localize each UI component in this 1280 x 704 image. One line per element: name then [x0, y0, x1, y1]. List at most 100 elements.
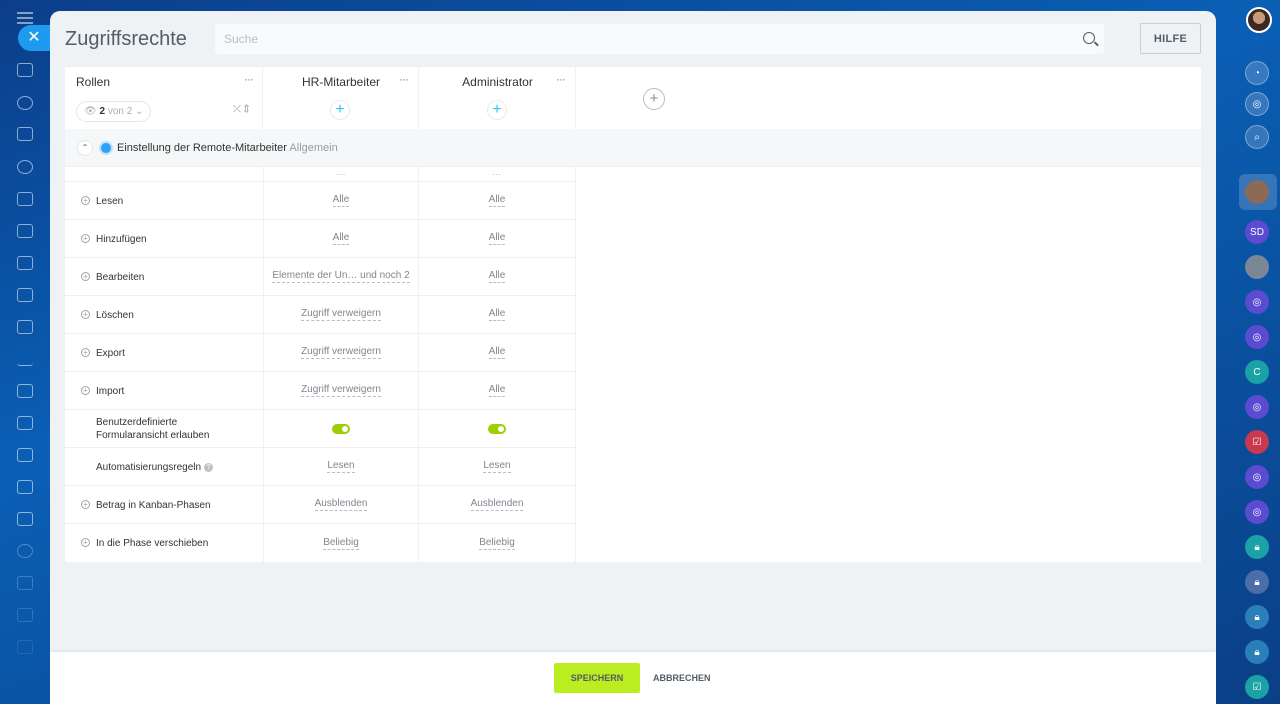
expand-icon[interactable]: + — [81, 272, 90, 281]
contact-initials-sd[interactable]: SD — [1245, 220, 1269, 244]
mail-icon[interactable] — [17, 480, 33, 494]
permission-cell: Lesen — [419, 448, 576, 485]
expand-icon[interactable]: + — [81, 310, 90, 319]
openlines-icon[interactable]: ◎ — [1245, 92, 1269, 116]
add-permission-icon[interactable]: + — [488, 101, 506, 119]
permission-section-header[interactable]: ⌃ Einstellung der Remote-Mitarbeiter All… — [65, 129, 1201, 167]
permission-value[interactable]: Alle — [488, 308, 506, 321]
collapse-expand-icon[interactable]: ⤫ ⇕ — [233, 104, 249, 115]
permission-value[interactable]: Beliebig — [479, 537, 515, 550]
more-icon[interactable]: ··· — [337, 169, 346, 179]
help-button[interactable]: HILFE — [1140, 23, 1201, 54]
analytics-icon[interactable] — [17, 352, 33, 366]
expand-icon[interactable]: + — [81, 386, 90, 395]
permission-toggle[interactable] — [488, 423, 506, 434]
home-icon[interactable] — [17, 63, 33, 77]
chat-icon[interactable] — [17, 320, 33, 334]
messages-icon[interactable]: ⌕ — [1245, 125, 1269, 149]
right-messenger-rail: ◔ ◎ ⌕ SD ◎ ◎ C ◎ ☑ ◎ ◎ 🔒︎ 🔒︎ 🔒︎ 🔒︎ ☑ — [1216, 0, 1280, 704]
contact-initial-c[interactable]: C — [1245, 360, 1269, 384]
lock-icon[interactable]: 🔒︎ — [1245, 605, 1269, 629]
notifications-icon[interactable]: ◔ — [1245, 61, 1269, 85]
task-chat-icon[interactable]: ☑ — [1245, 675, 1269, 699]
expand-icon[interactable]: + — [81, 234, 90, 243]
contact-avatar[interactable] — [1245, 180, 1269, 204]
expand-icon[interactable]: + — [81, 348, 90, 357]
list-icon[interactable] — [17, 608, 33, 622]
group-chat-icon[interactable]: ◎ — [1245, 290, 1269, 314]
permission-value[interactable]: Zugriff verweigern — [301, 346, 381, 359]
permission-value[interactable]: Alle — [332, 194, 350, 207]
lock-icon[interactable]: 🔒︎ — [1245, 570, 1269, 594]
permission-cell: Beliebig — [419, 524, 576, 562]
permission-cell: Ausblenden — [419, 486, 576, 523]
permission-label: Hinzufügen — [96, 234, 147, 245]
inventory-icon[interactable] — [17, 448, 33, 462]
save-button[interactable]: SPEICHERN — [554, 663, 640, 693]
expand-icon[interactable]: + — [81, 538, 90, 547]
group-chat-icon[interactable]: ◎ — [1245, 465, 1269, 489]
sites-icon[interactable] — [17, 256, 33, 270]
permission-cell: Lesen — [263, 448, 419, 485]
permission-value[interactable]: Alle — [488, 232, 506, 245]
permission-value[interactable]: Alle — [488, 384, 506, 397]
expand-icon[interactable]: + — [81, 196, 90, 205]
documents-icon[interactable] — [17, 192, 33, 206]
group-chat-icon[interactable]: ◎ — [1245, 325, 1269, 349]
lock-icon[interactable]: 🔒︎ — [1245, 535, 1269, 559]
roles-more-icon[interactable]: ··· — [244, 72, 254, 86]
roles-counter[interactable]: 👁︎ 2 von 2 ⌄ — [76, 101, 151, 122]
permission-cell: Alle — [419, 334, 576, 371]
cancel-button[interactable]: ABBRECHEN — [647, 663, 717, 693]
roles-counter-value: 2 — [99, 106, 106, 117]
more-icon[interactable]: ··· — [493, 169, 502, 179]
close-slider-button[interactable]: ✕ — [18, 25, 50, 51]
add-role-button[interactable]: + — [643, 88, 665, 110]
permission-value[interactable]: Ausblenden — [470, 498, 524, 511]
search-input[interactable] — [215, 24, 1065, 54]
group-chat-icon[interactable]: ◎ — [1245, 500, 1269, 524]
permission-value[interactable]: Elemente der Un… und noch 2 — [272, 270, 410, 283]
lock-icon[interactable]: 🔒︎ — [1245, 640, 1269, 664]
menu-icon[interactable] — [17, 12, 33, 24]
contact-avatar[interactable] — [1245, 255, 1269, 279]
permission-row: Automatisierungsregeln? Lesen Lesen — [65, 448, 576, 486]
role-more-icon[interactable]: ··· — [556, 72, 566, 86]
add-permission-icon[interactable]: + — [331, 101, 349, 119]
permission-value[interactable]: Alle — [488, 194, 506, 207]
filter-icon[interactable] — [17, 576, 33, 590]
drive-icon[interactable] — [17, 224, 33, 238]
permission-value[interactable]: Alle — [488, 270, 506, 283]
permission-value[interactable]: Lesen — [327, 460, 355, 473]
contracts-icon[interactable] — [17, 416, 33, 430]
group-chat-icon[interactable]: ◎ — [1245, 395, 1269, 419]
search-icon[interactable] — [1083, 32, 1095, 44]
permission-value[interactable]: Zugriff verweigern — [301, 384, 381, 397]
role-more-icon[interactable]: ··· — [399, 72, 409, 86]
settings-icon[interactable] — [17, 544, 33, 558]
permission-value[interactable]: Lesen — [483, 460, 511, 473]
chevron-up-icon[interactable]: ⌃ — [78, 141, 92, 155]
chevron-down-icon: ⌄ — [135, 106, 144, 117]
tasks-icon[interactable] — [17, 127, 33, 141]
permissions-table: Rollen ··· 👁︎ 2 von 2 ⌄ ⤫ ⇕ HR-Mitarbeit… — [65, 67, 1201, 562]
permission-value[interactable]: Alle — [488, 346, 506, 359]
permission-cell: Alle — [419, 220, 576, 257]
contacts-icon[interactable] — [17, 160, 33, 174]
help-icon[interactable]: ? — [204, 462, 214, 472]
task-chat-icon[interactable]: ☑ — [1245, 430, 1269, 454]
team-icon[interactable] — [17, 512, 33, 526]
expand-icon[interactable]: + — [81, 500, 90, 509]
feed-icon[interactable] — [17, 96, 33, 110]
permission-label: Betrag in Kanban-Phasen — [96, 500, 211, 511]
more-icon[interactable] — [17, 640, 33, 654]
permission-toggle[interactable] — [332, 423, 350, 434]
permission-value[interactable]: Ausblenden — [314, 498, 368, 511]
checklist-icon[interactable] — [17, 288, 33, 302]
permission-value[interactable]: Beliebig — [323, 537, 359, 550]
permission-row: + Hinzufügen Alle Alle — [65, 220, 576, 258]
user-avatar[interactable] — [1246, 7, 1272, 33]
permission-value[interactable]: Zugriff verweigern — [301, 308, 381, 321]
shop-icon[interactable] — [17, 384, 33, 398]
permission-value[interactable]: Alle — [332, 232, 350, 245]
